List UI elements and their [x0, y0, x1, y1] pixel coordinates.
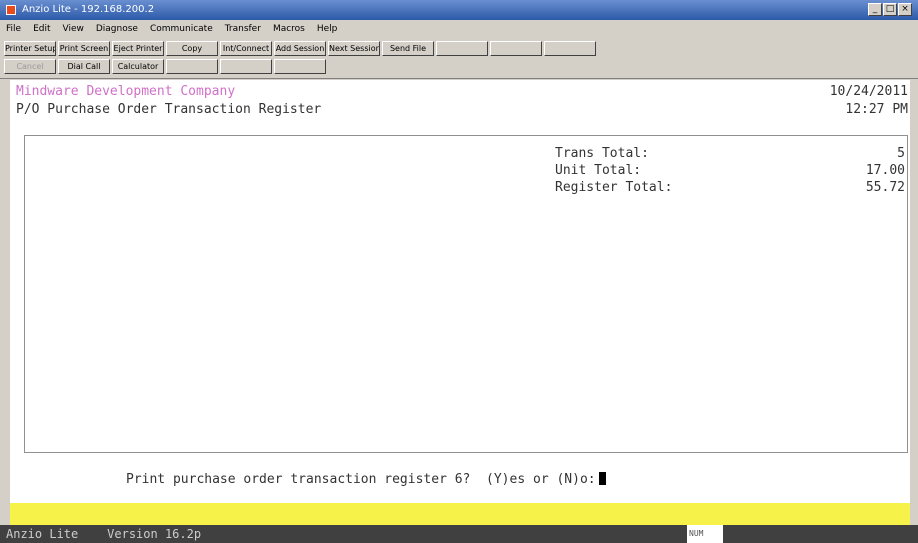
register-total-label: Register Total:	[555, 180, 673, 195]
menu-view[interactable]: View	[57, 20, 90, 38]
menu-diagnose[interactable]: Diagnose	[90, 20, 144, 38]
copy-button[interactable]: Copy	[166, 41, 218, 56]
cancel-button[interactable]: Cancel	[4, 59, 56, 74]
terminal-screen[interactable]: Mindware Development Company P/O Purchas…	[10, 80, 910, 503]
num-lock-indicator: NUM	[687, 528, 706, 540]
report-time: 12:27 PM	[845, 102, 908, 117]
send-file-button[interactable]: Send File	[382, 41, 434, 56]
register-total-value: 55.72	[865, 180, 905, 195]
unit-total-label: Unit Total:	[555, 163, 642, 178]
menu-transfer[interactable]: Transfer	[219, 20, 267, 38]
toolbar-button-disabled-6[interactable]	[274, 59, 326, 74]
window-title: Anzio Lite - 192.168.200.2	[22, 4, 155, 15]
trans-total-label: Trans Total:	[555, 146, 649, 161]
totals-panel: Trans Total: 5 Unit Total: 17.00 Registe…	[24, 135, 908, 453]
toolbar-button-disabled-1[interactable]	[436, 41, 488, 56]
maximize-button[interactable]: □	[883, 3, 897, 16]
toolbar-button-disabled-4[interactable]	[166, 59, 218, 74]
minimize-button[interactable]: _	[868, 3, 882, 16]
calculator-button[interactable]: Calculator	[112, 59, 164, 74]
toolbar-button-disabled-2[interactable]	[490, 41, 542, 56]
menu-communicate[interactable]: Communicate	[144, 20, 219, 38]
unit-total-value: 17.00	[865, 163, 905, 178]
next-session-button[interactable]: Next Session	[328, 41, 380, 56]
toolbar-button-disabled-3[interactable]	[544, 41, 596, 56]
dial-call-button[interactable]: Dial Call	[58, 59, 110, 74]
report-date: 10/24/2011	[829, 84, 908, 99]
trans-total-value: 5	[897, 146, 905, 161]
toolbar: Printer Setup Print Screen Eject Printer…	[0, 38, 918, 79]
function-key-bar	[10, 503, 910, 525]
status-bar: Anzio Lite Version 16.2p NUM	[0, 525, 918, 543]
text-cursor[interactable]	[598, 472, 606, 485]
menu-macros[interactable]: Macros	[267, 20, 311, 38]
add-session-button[interactable]: Add Session	[274, 41, 326, 56]
report-title: P/O Purchase Order Transaction Register	[16, 102, 322, 117]
menu-help[interactable]: Help	[311, 20, 344, 38]
print-screen-button[interactable]: Print Screen	[58, 41, 110, 56]
confirm-prompt: Print purchase order transaction registe…	[126, 472, 606, 487]
prompt-text: Print purchase order transaction registe…	[126, 472, 596, 487]
eject-printer-button[interactable]: Eject Printer	[112, 41, 164, 56]
title-bar: Anzio Lite - 192.168.200.2 _ □ ×	[0, 0, 918, 20]
printer-setup-button[interactable]: Printer Setup	[4, 41, 56, 56]
app-icon	[6, 5, 16, 15]
toolbar-button-disabled-5[interactable]	[220, 59, 272, 74]
status-version: Anzio Lite Version 16.2p	[6, 527, 202, 541]
menu-edit[interactable]: Edit	[27, 20, 56, 38]
menu-bar: File Edit View Diagnose Communicate Tran…	[0, 20, 918, 38]
close-button[interactable]: ×	[898, 3, 912, 16]
company-name: Mindware Development Company	[16, 84, 236, 99]
int-connect-button[interactable]: Int/Connect	[220, 41, 272, 56]
menu-file[interactable]: File	[0, 20, 27, 38]
